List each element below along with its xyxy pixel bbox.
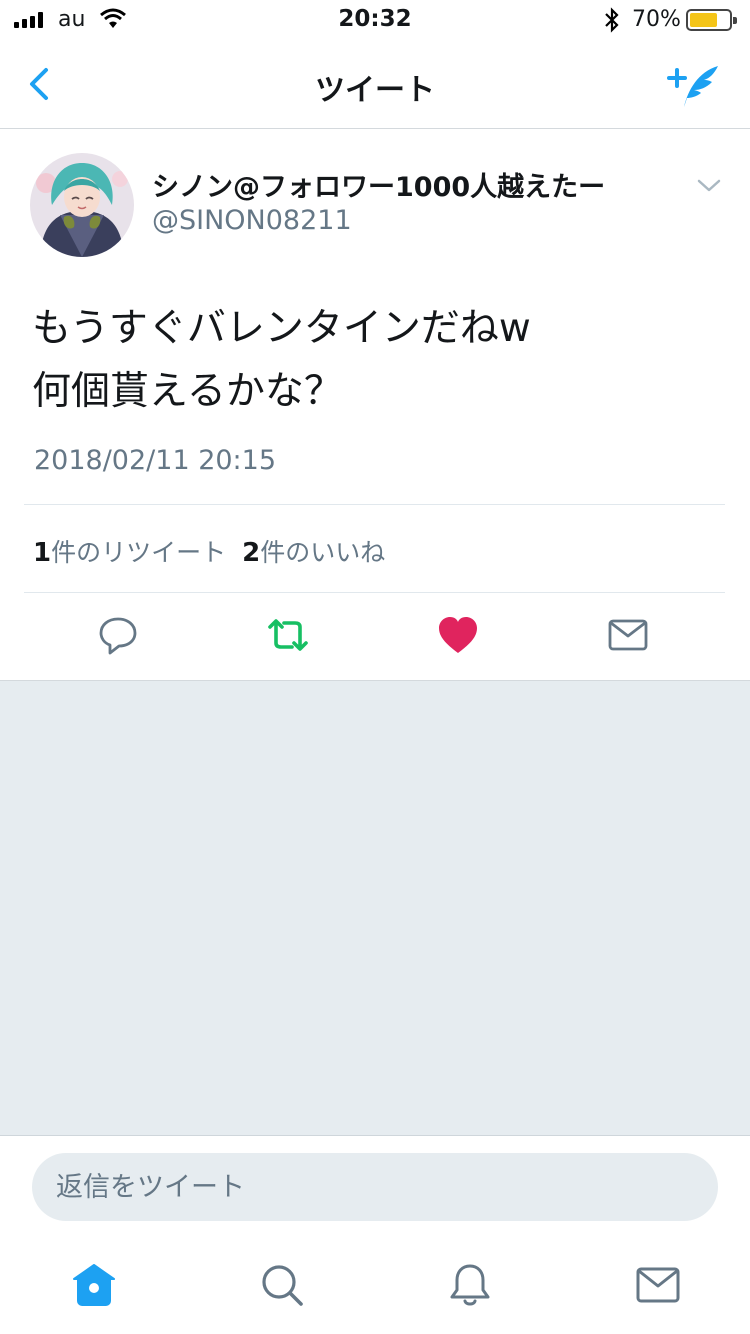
engagement-stats: 1件のリツイート 2件のいいね (33, 533, 385, 569)
author-name[interactable]: シノン@フォロワー1000人越えたー (152, 165, 605, 204)
reply-icon[interactable] (96, 613, 140, 657)
notifications-icon[interactable] (446, 1261, 494, 1309)
reply-input[interactable] (32, 1153, 718, 1221)
like-icon[interactable] (436, 613, 480, 657)
battery-fill (690, 13, 717, 27)
chevron-down-icon[interactable] (694, 175, 724, 195)
author-handle[interactable]: @SINON08211 (152, 205, 352, 236)
like-label: 件のいいね (260, 538, 386, 567)
battery-percent: 70% (632, 7, 681, 32)
tweet-detail-screen: au 20:32 70% ツイート シノン@フォロワー1000人越えたー @SI… (0, 0, 750, 1334)
compose-tweet-icon[interactable] (666, 60, 722, 110)
retweet-icon[interactable] (266, 613, 310, 657)
tweet-text: もうすぐバレンタインだねw 何個貰えるかな？ (32, 306, 531, 414)
retweet-label: 件のリツイート (51, 538, 227, 567)
tweet-timestamp: 2018/02/11 20:15 (34, 445, 277, 476)
direct-message-icon[interactable] (606, 613, 650, 657)
retweet-count: 1 (33, 538, 52, 568)
home-icon[interactable] (70, 1261, 118, 1309)
divider (24, 504, 725, 505)
battery-icon (686, 9, 737, 31)
bottom-area (0, 1135, 750, 1334)
bluetooth-icon (605, 7, 619, 33)
navigation-bar: ツイート (0, 40, 750, 129)
avatar[interactable] (30, 153, 134, 257)
like-count: 2 (242, 538, 261, 568)
page-title: ツイート (315, 73, 435, 108)
tweet-card: シノン@フォロワー1000人越えたー @SINON08211 もうすぐバレンタイ… (0, 129, 750, 681)
reply-bar[interactable] (32, 1153, 718, 1221)
search-icon[interactable] (258, 1261, 306, 1309)
retweet-stat[interactable]: 1件のリツイート (33, 538, 227, 568)
status-bar: au 20:32 70% (0, 0, 750, 40)
like-stat[interactable]: 2件のいいね (242, 538, 386, 568)
divider (24, 592, 725, 593)
messages-icon[interactable] (634, 1261, 682, 1309)
